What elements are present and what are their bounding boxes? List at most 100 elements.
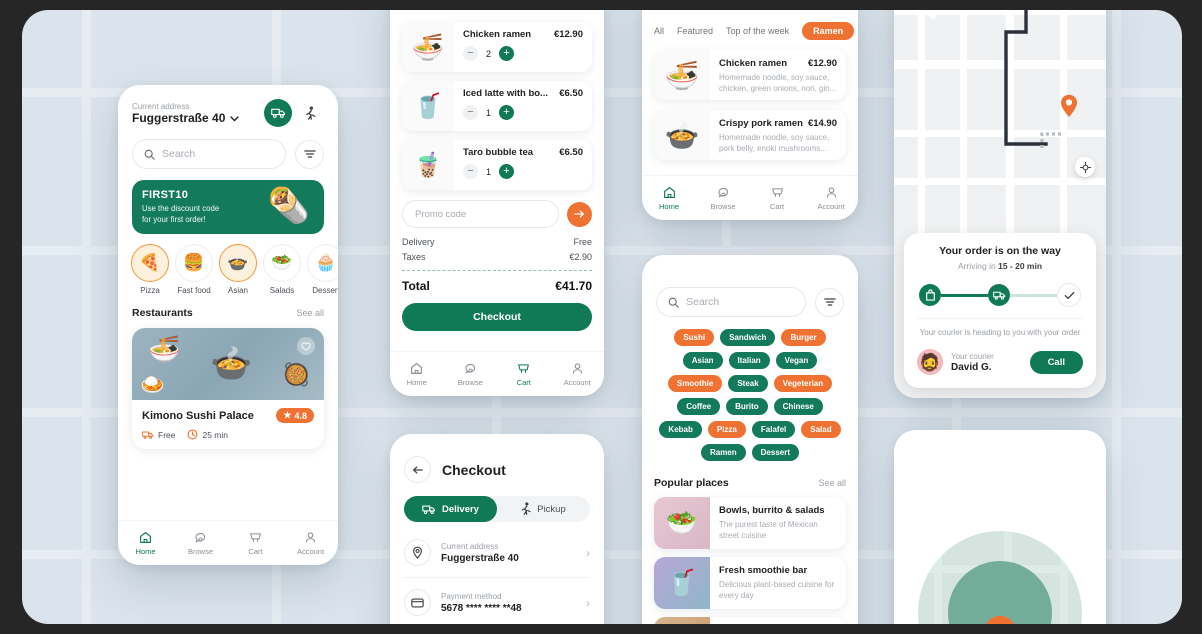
checkout-button[interactable]: Checkout <box>402 303 592 331</box>
tag-dessert[interactable]: Dessert <box>751 444 800 461</box>
promo-code-row[interactable]: Promo code <box>402 200 592 228</box>
nav-browse[interactable]: Browse <box>173 531 228 556</box>
promo-banner[interactable]: FIRST10 Use the discount code for your f… <box>132 180 324 234</box>
tag-coffee[interactable]: Coffee <box>677 398 721 415</box>
category-dessert[interactable]: 🧁 Dessert <box>307 244 338 295</box>
category-asian[interactable]: 🍲 Asian <box>219 244 257 295</box>
tab-all[interactable]: All <box>654 26 664 36</box>
address-value[interactable]: Fuggerstraße 40 <box>132 111 264 125</box>
nav-account[interactable]: Account <box>283 531 338 556</box>
bubble-tea-icon: 🧋 <box>413 151 443 179</box>
order-progress-steps <box>919 283 1081 308</box>
cart-item[interactable]: 🥤 Iced latte with bo... €6.50 − 1 + <box>402 81 592 131</box>
call-courier-button[interactable]: Call <box>1029 350 1083 374</box>
taxes-summary-row: Taxes €2.90 <box>402 252 592 262</box>
place-card[interactable]: 🥤 Fresh smoothie bar Delicious plant-bas… <box>654 557 846 609</box>
category-salads[interactable]: 🥗 Salads <box>263 244 301 295</box>
location-radar <box>900 513 1100 624</box>
nav-cart[interactable]: Cart <box>228 531 283 556</box>
delivery-mode-segment[interactable]: Delivery Pickup <box>404 496 590 522</box>
back-button[interactable] <box>404 456 431 483</box>
search-bar[interactable]: Search <box>656 287 844 317</box>
tag-burger[interactable]: Burger <box>781 329 826 346</box>
search-input[interactable]: Search <box>132 139 286 169</box>
category-tag-list: Sushi Sandwich Burger Asian Italian Vega… <box>656 329 844 461</box>
promo-code-input[interactable]: Promo code <box>402 200 559 228</box>
nav-cart[interactable]: Cart <box>750 186 804 211</box>
see-all-link[interactable]: See all <box>818 478 846 488</box>
tag-steak[interactable]: Steak <box>728 375 768 392</box>
nav-home[interactable]: Home <box>390 362 444 387</box>
order-eta: Arriving in 15 - 20 min <box>917 261 1083 271</box>
locate-me-button[interactable] <box>1075 157 1095 177</box>
quantity-stepper[interactable]: − 1 + <box>463 105 583 120</box>
nav-home[interactable]: Home <box>118 531 173 556</box>
tag-vegan[interactable]: Vegan <box>775 352 818 369</box>
increase-quantity-button[interactable]: + <box>499 105 514 120</box>
see-all-link[interactable]: See all <box>296 308 324 318</box>
tag-asian[interactable]: Asian <box>682 352 723 369</box>
tab-featured[interactable]: Featured <box>677 26 713 36</box>
decrease-quantity-button[interactable]: − <box>463 164 478 179</box>
screenshot-frame: Current address Fuggerstraße 40 Search F… <box>0 0 1202 634</box>
cart-item[interactable]: 🍜 Chicken ramen €12.90 − 2 + <box>402 22 592 72</box>
category-pizza[interactable]: 🍕 Pizza <box>131 244 169 295</box>
address-bar[interactable]: Current address Fuggerstraße 40 <box>132 99 324 127</box>
chevron-right-icon[interactable]: › <box>586 596 590 610</box>
tag-kebab[interactable]: Kebab <box>659 421 702 438</box>
tag-salad[interactable]: Salad <box>801 421 841 438</box>
search-input[interactable]: Search <box>656 287 806 317</box>
chevron-right-icon[interactable]: › <box>586 546 590 560</box>
nav-label: Browse <box>187 546 213 556</box>
restaurant-card[interactable]: 🍜 🍲 🥘 🍛 Kimono Sushi Palace ★ 4.8 Free 2… <box>132 328 324 449</box>
tag-falafel[interactable]: Falafel <box>751 421 796 438</box>
tab-delivery[interactable]: Delivery <box>404 496 497 522</box>
tag-vegeterian[interactable]: Vegeterian <box>773 375 833 392</box>
decrease-quantity-button[interactable]: − <box>463 46 478 61</box>
tab-top-of-the-week[interactable]: Top of the week <box>726 26 789 36</box>
promo-line-1: Use the discount code <box>142 204 220 213</box>
quantity-stepper[interactable]: − 2 + <box>463 46 583 61</box>
quantity-stepper[interactable]: − 1 + <box>463 164 583 179</box>
nav-browse[interactable]: Browse <box>444 362 498 387</box>
category-fast-food[interactable]: 🍔 Fast food <box>175 244 213 295</box>
tab-ramen[interactable]: Ramen <box>802 22 855 40</box>
increase-quantity-button[interactable]: + <box>499 164 514 179</box>
nav-account[interactable]: Account <box>804 186 858 211</box>
mode-delivery-button[interactable] <box>264 99 292 127</box>
favorite-heart-icon[interactable] <box>297 337 315 355</box>
search-bar[interactable]: Search <box>132 139 324 169</box>
payment-row[interactable]: Payment method 5678 **** **** **48 › <box>404 578 590 624</box>
promo-submit-button[interactable] <box>567 201 592 227</box>
cart-item[interactable]: 🧋 Taro bubble tea €6.50 − 1 + <box>402 140 592 190</box>
tag-sushi[interactable]: Sushi <box>674 329 715 346</box>
tag-sandwich[interactable]: Sandwich <box>720 329 776 346</box>
address-row[interactable]: Current address Fuggerstraße 40 › <box>404 528 590 578</box>
tag-ramen[interactable]: Ramen <box>700 444 746 461</box>
increase-quantity-button[interactable]: + <box>499 46 514 61</box>
category-label: Fast food <box>177 286 211 295</box>
filter-button[interactable] <box>295 139 324 169</box>
filter-button[interactable] <box>815 287 844 317</box>
tag-chinese[interactable]: Chinese <box>773 398 823 415</box>
chevron-down-icon[interactable] <box>230 111 240 125</box>
popular-places-header: Popular places See all <box>654 477 846 489</box>
mode-pickup-button[interactable] <box>296 99 324 127</box>
dish-card[interactable]: 🍲 Crispy pork ramen €14.90 Homemade nood… <box>654 110 846 160</box>
tag-pizza[interactable]: Pizza <box>707 421 746 438</box>
tab-pickup[interactable]: Pickup <box>497 496 590 522</box>
dish-card[interactable]: 🍜 Chicken ramen €12.90 Homemade noodle, … <box>654 50 846 100</box>
tag-burito[interactable]: Burito <box>726 398 768 415</box>
place-card[interactable]: 🍔 Burger house Top restaurant with juicy <box>654 617 846 624</box>
decrease-quantity-button[interactable]: − <box>463 105 478 120</box>
nav-home[interactable]: Home <box>642 186 696 211</box>
tag-italian[interactable]: Italian <box>728 352 770 369</box>
tag-smoothie[interactable]: Smoothie <box>667 375 723 392</box>
pizza-icon: 🍕 <box>131 244 169 282</box>
nav-browse[interactable]: Browse <box>696 186 750 211</box>
nav-account[interactable]: Account <box>551 362 605 387</box>
star-icon: ★ <box>283 410 292 420</box>
nav-cart[interactable]: Cart <box>497 362 551 387</box>
clock-icon <box>188 429 198 440</box>
place-card[interactable]: 🥗 Bowls, burrito & salads The purest tas… <box>654 497 846 549</box>
